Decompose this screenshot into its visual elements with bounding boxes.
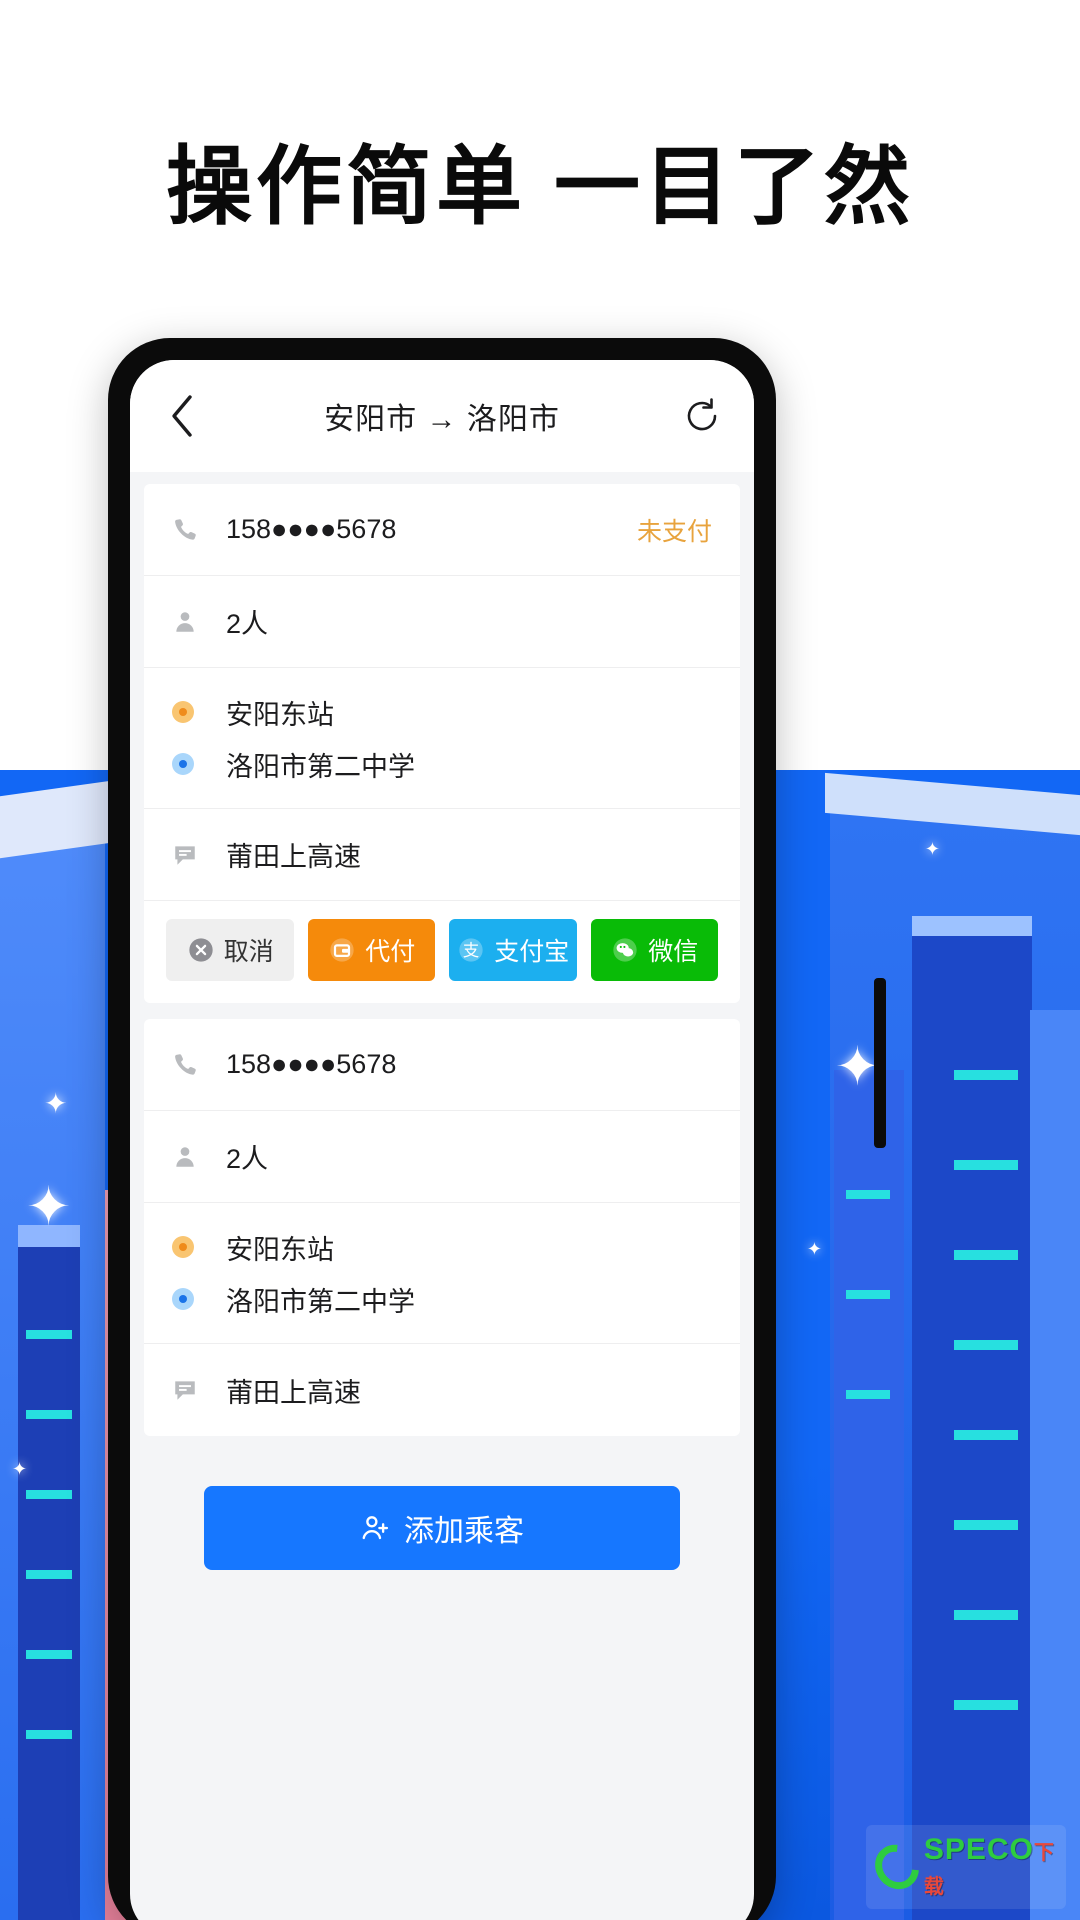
order-card: 158●●●●5678 未支付 2人 安阳东站 洛阳市第二中学 莆田上高速 取消… [144, 484, 740, 1003]
route-end: 洛阳市第二中学 [172, 1273, 712, 1325]
people-count: 2人 [226, 609, 269, 639]
route-start: 安阳东站 [172, 686, 712, 738]
order-card: 158●●●●5678 2人 安阳东站 洛阳市第二中学 莆田上高速 [144, 1019, 740, 1436]
window-accent-r10 [846, 1290, 890, 1299]
phone-number: 158●●●●5678 [226, 1049, 397, 1079]
cancel-button-label: 取消 [223, 938, 274, 966]
route-start: 安阳东站 [172, 1221, 712, 1273]
end-location: 洛阳市第二中学 [226, 1286, 415, 1317]
nav-title: 安阳市 → 洛阳市 [324, 403, 560, 436]
window-accent-r9 [846, 1190, 890, 1199]
add-passenger-area: 添加乘客 [144, 1452, 740, 1610]
watermark-brand: SPECO [923, 1833, 1034, 1866]
window-accent-l3 [26, 1490, 72, 1499]
end-dot-icon [172, 1288, 212, 1310]
refresh-button[interactable] [676, 390, 728, 442]
order-people-row[interactable]: 2人 [144, 1111, 740, 1203]
order-people-row[interactable]: 2人 [144, 576, 740, 668]
start-location: 安阳东站 [226, 699, 334, 730]
order-phone-row[interactable]: 158●●●●5678 未支付 [144, 484, 740, 576]
close-circle-icon [186, 935, 216, 965]
page-root: 操作简单 一目了然 ✦ ✦ ✦ ✦ ✦ ✦ 安阳市 → 洛阳市 158●●●●5… [0, 0, 1080, 1920]
window-accent-r7 [954, 1610, 1018, 1620]
alipay-button-label: 支付宝 [494, 938, 570, 966]
window-accent-l4 [26, 1570, 72, 1579]
window-accent-r5 [954, 1430, 1018, 1440]
window-accent-l1 [26, 1330, 72, 1339]
watermark-ring-icon [866, 1835, 928, 1899]
start-dot-icon [172, 1236, 212, 1258]
chevron-left-icon [172, 395, 192, 437]
status-badge: 未支付 [636, 517, 712, 546]
comment-icon [172, 842, 212, 868]
person-icon [172, 609, 212, 635]
phone-screen: 安阳市 → 洛阳市 158●●●●5678 未支付 2人 安阳东站 洛阳市第二中… [130, 360, 754, 1920]
window-accent-r6 [954, 1520, 1018, 1530]
window-accent-l2 [26, 1410, 72, 1419]
sparkle-icon: ✦ [12, 1459, 28, 1479]
watermark-text: SPECO下载 [924, 1833, 1056, 1901]
order-route-block[interactable]: 安阳东站 洛阳市第二中学 [144, 1203, 740, 1344]
order-note: 莆田上高速 [226, 1377, 361, 1408]
page-title: 操作简单 一目了然 [166, 139, 914, 235]
order-route-block[interactable]: 安阳东站 洛阳市第二中学 [144, 668, 740, 809]
phone-icon [172, 1052, 212, 1078]
proxy-pay-button-label: 代付 [365, 938, 416, 966]
window-accent-l5 [26, 1650, 72, 1659]
wechat-pay-button-label: 微信 [648, 938, 699, 966]
phone-number: 158●●●●5678 [226, 514, 397, 544]
phone-power-button [874, 978, 886, 1148]
add-passenger-label: 添加乘客 [404, 1515, 524, 1548]
order-list: 158●●●●5678 未支付 2人 安阳东站 洛阳市第二中学 莆田上高速 取消… [130, 472, 754, 1610]
wechat-pay-button[interactable]: 微信 [590, 919, 718, 981]
wechat-icon [610, 935, 640, 965]
order-phone-row[interactable]: 158●●●●5678 [144, 1019, 740, 1111]
end-location: 洛阳市第二中学 [226, 751, 415, 782]
window-accent-r11 [846, 1390, 890, 1399]
building-r4 [912, 916, 1032, 936]
cancel-button[interactable]: 取消 [166, 919, 294, 981]
start-dot-icon [172, 701, 212, 723]
people-count: 2人 [226, 1144, 269, 1174]
refresh-icon [687, 398, 717, 431]
window-accent-r1 [954, 1070, 1018, 1080]
building-l3 [18, 1240, 80, 1920]
window-accent-l6 [26, 1730, 72, 1739]
sparkle-icon: ✦ [924, 839, 940, 859]
watermark-box: SPECO下载 [866, 1825, 1066, 1909]
sparkle-icon: ✦ [26, 1177, 72, 1237]
window-accent-r8 [954, 1700, 1018, 1710]
window-accent-r4 [954, 1340, 1018, 1350]
proxy-pay-button[interactable]: 代付 [307, 919, 435, 981]
app-navbar: 安阳市 → 洛阳市 [130, 360, 754, 472]
phone-icon [172, 517, 212, 543]
alipay-button[interactable]: 支 支付宝 [449, 919, 577, 981]
sparkle-icon: ✦ [806, 1239, 822, 1259]
window-accent-r3 [954, 1250, 1018, 1260]
building-r6 [1030, 1010, 1080, 1920]
order-action-buttons: 取消 代付 支 支付宝 微信 [144, 901, 740, 1003]
order-note-row[interactable]: 莆田上高速 [144, 1344, 740, 1436]
start-location: 安阳东站 [226, 1234, 334, 1265]
comment-icon [172, 1377, 212, 1403]
add-user-icon [360, 1513, 390, 1543]
wallet-icon [327, 935, 357, 965]
order-note-row[interactable]: 莆田上高速 [144, 809, 740, 901]
back-button[interactable] [156, 390, 208, 442]
watermark: SPECO下载 [866, 1824, 1066, 1910]
person-icon [172, 1144, 212, 1170]
route-end: 洛阳市第二中学 [172, 738, 712, 790]
svg-text:支: 支 [463, 942, 479, 960]
end-dot-icon [172, 753, 212, 775]
alipay-icon: 支 [456, 935, 486, 965]
window-accent-r2 [954, 1160, 1018, 1170]
phone-mockup: 安阳市 → 洛阳市 158●●●●5678 未支付 2人 安阳东站 洛阳市第二中… [108, 338, 886, 1920]
sparkle-icon: ✦ [44, 1088, 68, 1119]
order-note: 莆田上高速 [226, 842, 361, 872]
add-passenger-button[interactable]: 添加乘客 [204, 1486, 680, 1570]
